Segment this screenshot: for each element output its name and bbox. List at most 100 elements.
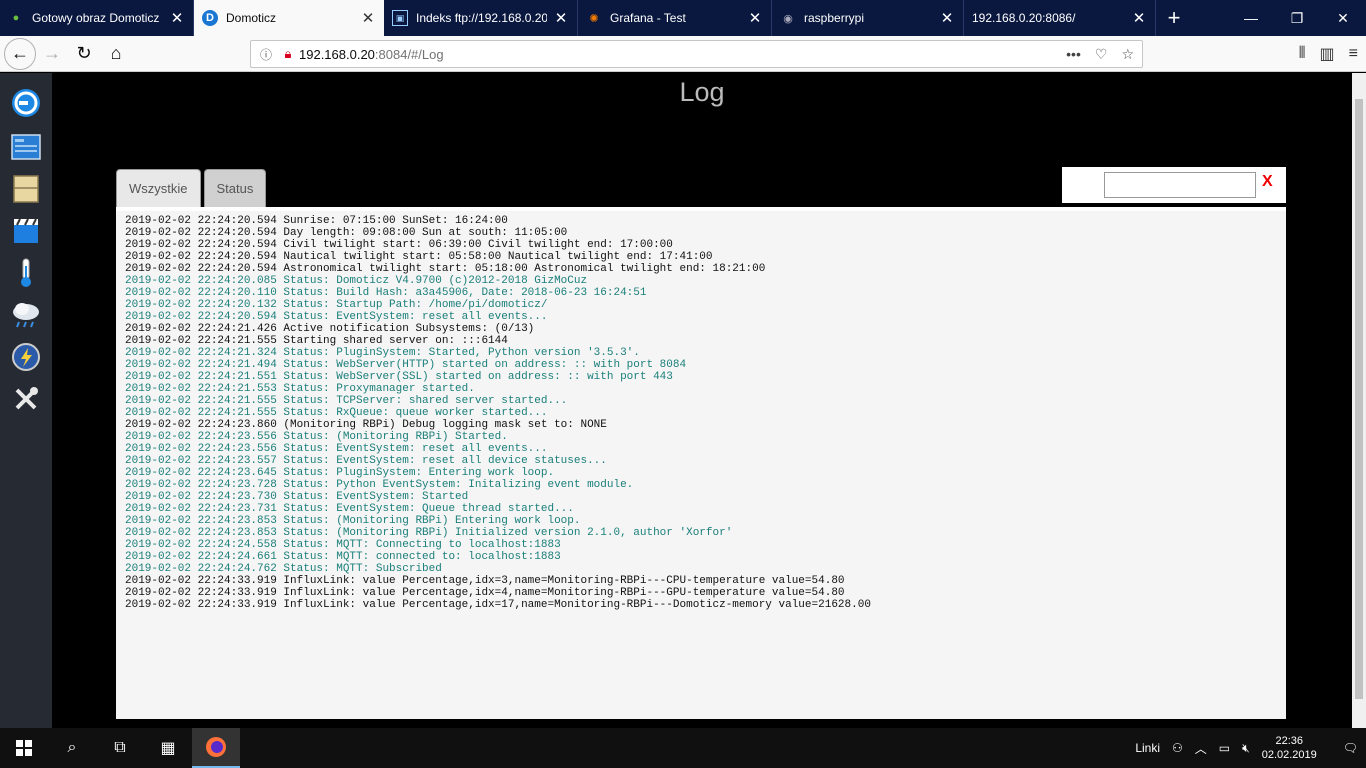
log-line: 2019-02-02 22:24:23.853 Status: (Monitor… (125, 515, 581, 527)
log-line: 2019-02-02 22:24:24.762 Status: MQTT: Su… (125, 563, 442, 575)
log-line: 2019-02-02 22:24:23.853 Status: (Monitor… (125, 527, 733, 539)
log-line: 2019-02-02 22:24:23.556 Status: (Monitor… (125, 431, 508, 443)
windows-start-icon[interactable] (0, 728, 48, 768)
log-line: 2019-02-02 22:24:23.730 Status: EventSys… (125, 491, 469, 503)
filter-input[interactable] (1104, 172, 1256, 198)
calculator-icon[interactable]: ▦ (144, 728, 192, 768)
domoticz-page: Log Wszystkie Status X 2019-02-02 22:24:… (0, 73, 1352, 728)
back-button[interactable]: ← (4, 37, 36, 70)
tab-domoticz[interactable]: D Domoticz ✕ (194, 0, 384, 36)
sidebar-toggle-icon[interactable]: ▥ (1320, 44, 1335, 64)
close-tab-icon[interactable]: ✕ (360, 9, 376, 27)
tray-chevron-icon[interactable]: ︿ (1195, 740, 1207, 757)
domoticz-icon: D (202, 10, 218, 26)
utility-icon[interactable] (10, 341, 42, 373)
temperature-icon[interactable] (10, 257, 42, 289)
close-tab-icon[interactable]: ✕ (553, 9, 569, 27)
scenes-icon[interactable] (10, 215, 42, 247)
insecure-lock-icon[interactable]: 🔒︎ (277, 46, 299, 62)
links-toolbar[interactable]: Linki (1135, 741, 1160, 755)
battery-icon[interactable]: ▭ (1219, 741, 1230, 755)
close-tab-icon[interactable]: ✕ (1131, 9, 1147, 27)
log-line: 2019-02-02 22:24:20.594 Status: EventSys… (125, 311, 548, 323)
log-line: 2019-02-02 22:24:23.731 Status: EventSys… (125, 503, 574, 515)
log-line: 2019-02-02 22:24:33.919 InfluxLink: valu… (125, 599, 871, 611)
log-line: 2019-02-02 22:24:20.594 Sunrise: 07:15:0… (125, 215, 508, 227)
log-line: 2019-02-02 22:24:20.594 Nautical twiligh… (125, 251, 713, 263)
page-actions-icon[interactable]: ••• (1066, 46, 1081, 63)
reload-button[interactable]: ↻ (68, 38, 100, 70)
domoticz-sidebar (0, 73, 52, 728)
tab-raspberrypi[interactable]: ◉ raspberrypi ✕ (772, 0, 964, 36)
firefox-icon[interactable] (192, 728, 240, 768)
log-line: 2019-02-02 22:24:21.494 Status: WebServe… (125, 359, 687, 371)
notifications-icon[interactable]: 🗨︎ (1343, 741, 1358, 755)
log-line: 2019-02-02 22:24:23.556 Status: EventSys… (125, 443, 548, 455)
new-tab-button[interactable]: + (1156, 0, 1192, 36)
window-controls: — ❐ ✕ (1228, 0, 1366, 36)
windows-taskbar: ⌕ ⧉ ▦ Linki ⚇ ︿ ▭ 🔇︎ 22:36 02.02.2019 🗨︎ (0, 728, 1366, 768)
restore-button[interactable]: ❐ (1274, 0, 1320, 36)
close-tab-icon[interactable]: ✕ (939, 9, 955, 27)
tab-influx[interactable]: 192.168.0.20:8086/ ✕ (964, 0, 1156, 36)
library-icon[interactable]: ⫴ (1299, 45, 1306, 63)
tab-gotowy-obraz[interactable]: ● Gotowy obraz Domoticz ✕ (0, 0, 194, 36)
navigation-toolbar: ← → ↻ ⌂ ⓘ 🔒︎ 192.168.0.20:8084/#/Log •••… (0, 36, 1366, 72)
log-line: 2019-02-02 22:24:20.110 Status: Build Ha… (125, 287, 647, 299)
log-line: 2019-02-02 22:24:33.919 InfluxLink: valu… (125, 587, 845, 599)
log-line: 2019-02-02 22:24:21.555 Status: RxQueue:… (125, 407, 548, 419)
dashboard-icon[interactable] (10, 131, 42, 163)
scrollbar-thumb[interactable] (1355, 99, 1363, 699)
clock-date: 02.02.2019 (1261, 749, 1317, 761)
log-line: 2019-02-02 22:24:21.555 Status: TCPServe… (125, 395, 568, 407)
clear-filter-button[interactable]: X (1262, 173, 1273, 191)
log-line: 2019-02-02 22:24:24.558 Status: MQTT: Co… (125, 539, 561, 551)
system-tray: Linki ⚇ ︿ ▭ 🔇︎ 22:36 02.02.2019 🗨︎ (1135, 734, 1366, 762)
tab-all[interactable]: Wszystkie (116, 169, 201, 207)
menu-icon[interactable]: ≡ (1349, 45, 1358, 63)
minimize-button[interactable]: — (1228, 0, 1274, 36)
log-line: 2019-02-02 22:24:23.728 Status: Python E… (125, 479, 634, 491)
weather-icon[interactable] (10, 299, 42, 331)
close-window-button[interactable]: ✕ (1320, 0, 1366, 36)
floorplan-icon[interactable] (10, 173, 42, 205)
browser-tab-strip: ● Gotowy obraz Domoticz ✕ D Domoticz ✕ ▣… (0, 0, 1366, 36)
setup-icon[interactable] (10, 383, 42, 415)
log-line: 2019-02-02 22:24:21.324 Status: PluginSy… (125, 347, 640, 359)
bookmark-star-icon[interactable]: ☆ (1121, 46, 1134, 63)
filter-box: X (1062, 167, 1286, 203)
clock-time: 22:36 (1275, 735, 1303, 747)
tab-indeks-ftp[interactable]: ▣ Indeks ftp://192.168.0.20/ ✕ (384, 0, 578, 36)
domoticz-logo-icon[interactable] (10, 87, 42, 119)
forward-button[interactable]: → (36, 38, 68, 70)
log-panel[interactable]: 2019-02-02 22:24:20.594 Sunrise: 07:15:0… (116, 207, 1286, 719)
log-line: 2019-02-02 22:24:21.553 Status: Proxyman… (125, 383, 475, 395)
raspberry-icon: ● (12, 12, 20, 24)
tab-grafana[interactable]: ✺ Grafana - Test ✕ (578, 0, 772, 36)
globe-icon: ◉ (783, 12, 793, 25)
url-bar[interactable]: ⓘ 🔒︎ 192.168.0.20:8084/#/Log ••• ♡ ☆ (250, 40, 1143, 68)
info-icon[interactable]: ⓘ (255, 46, 277, 63)
clock[interactable]: 22:36 02.02.2019 (1262, 734, 1317, 762)
log-line: 2019-02-02 22:24:33.919 InfluxLink: valu… (125, 575, 845, 587)
log-line: 2019-02-02 22:24:20.594 Civil twilight s… (125, 239, 673, 251)
volume-icon[interactable]: 🔇︎ (1242, 741, 1250, 756)
home-button[interactable]: ⌂ (100, 38, 132, 70)
log-line: 2019-02-02 22:24:20.594 Astronomical twi… (125, 263, 766, 275)
log-line: 2019-02-02 22:24:20.085 Status: Domoticz… (125, 275, 588, 287)
search-icon[interactable]: ⌕ (48, 728, 96, 768)
log-tabs: Wszystkie Status (116, 169, 267, 207)
tab-status[interactable]: Status (203, 169, 267, 207)
log-line: 2019-02-02 22:24:23.557 Status: EventSys… (125, 455, 607, 467)
people-icon[interactable]: ⚇ (1172, 741, 1183, 755)
log-line: 2019-02-02 22:24:21.555 Starting shared … (125, 335, 508, 347)
pocket-icon[interactable]: ♡ (1095, 46, 1108, 63)
url-host: 192.168.0.20 (299, 46, 375, 62)
close-tab-icon[interactable]: ✕ (747, 9, 763, 27)
log-line: 2019-02-02 22:24:21.426 Active notificat… (125, 323, 535, 335)
log-line: 2019-02-02 22:24:20.132 Status: Startup … (125, 299, 548, 311)
page-scrollbar[interactable] (1352, 73, 1366, 728)
close-tab-icon[interactable]: ✕ (169, 9, 185, 27)
task-view-icon[interactable]: ⧉ (96, 728, 144, 768)
log-line: 2019-02-02 22:24:20.594 Day length: 09:0… (125, 227, 568, 239)
